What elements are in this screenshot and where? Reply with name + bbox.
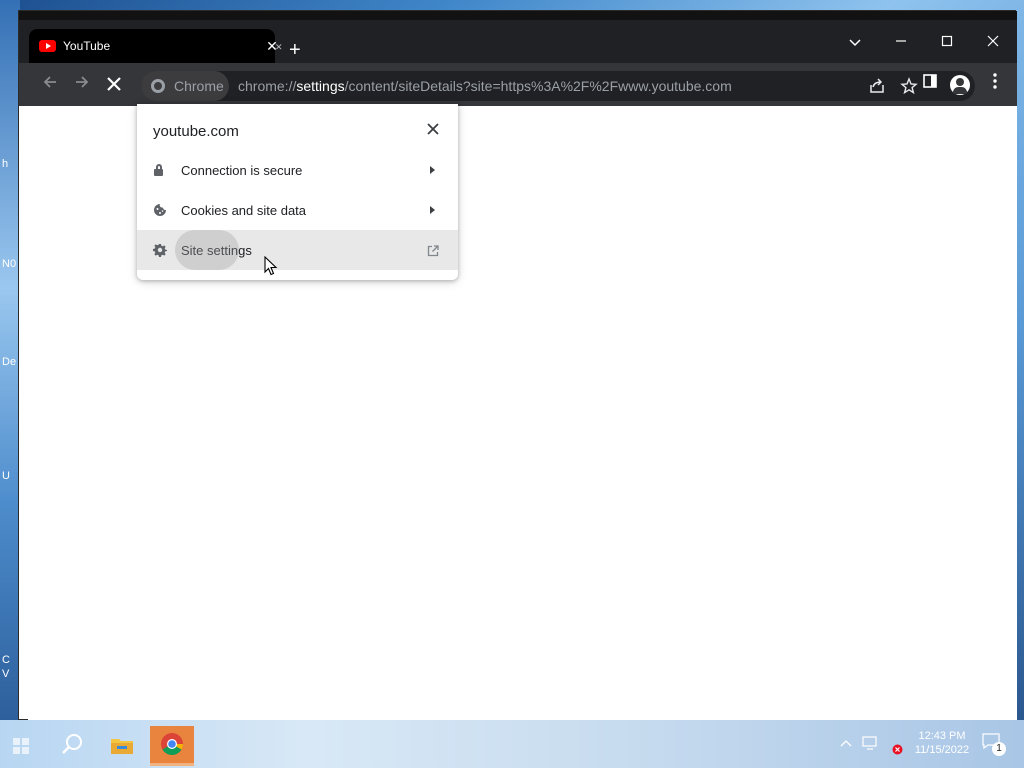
chrome-taskbar-button[interactable] (150, 726, 194, 766)
tab-separator-icon: ✕ (275, 42, 283, 52)
lock-icon (153, 163, 167, 177)
popup-close-button[interactable] (423, 120, 443, 140)
cookies-site-data-item[interactable]: Cookies and site data (137, 190, 458, 230)
arrow-right-icon (430, 206, 435, 214)
desktop-icon-label-fragment: h (2, 158, 9, 170)
gear-icon (153, 243, 167, 257)
clock-date: 11/15/2022 (914, 744, 970, 756)
taskbar-clock[interactable]: 12:43 PM 11/15/2022 (912, 729, 972, 757)
external-link-icon (427, 244, 439, 257)
network-error-icon (892, 744, 903, 758)
start-button[interactable] (4, 728, 38, 762)
tab-strip: YouTube ✕ ✕ + (19, 11, 1017, 63)
item-label: Connection is secure (181, 162, 303, 178)
arrow-right-icon (430, 166, 435, 174)
url-host: settings (296, 78, 345, 94)
browser-toolbar: Chrome chrome://settings/content/siteDet… (19, 63, 1017, 106)
popup-site-name: youtube.com (153, 123, 239, 140)
address-bar[interactable]: Chrome chrome://settings/content/siteDet… (141, 71, 975, 101)
maximize-button[interactable] (934, 34, 960, 50)
click-ripple (175, 230, 239, 270)
chip-label: Chrome (174, 78, 224, 94)
share-icon[interactable] (867, 77, 887, 97)
file-explorer-icon[interactable] (105, 728, 139, 762)
forward-button[interactable] (70, 73, 94, 97)
url-path: /content/siteDetails?site=https%3A%2F%2F… (344, 78, 732, 94)
tab-search-chevron-icon[interactable] (842, 34, 868, 50)
site-info-chip[interactable]: Chrome (141, 71, 229, 101)
menu-kebab-icon[interactable] (983, 73, 1007, 97)
item-label: Cookies and site data (181, 202, 307, 218)
notification-count-badge: 1 (992, 742, 1006, 756)
new-tab-button[interactable]: + (289, 40, 301, 60)
url-text[interactable]: chrome://settings/content/siteDetails?si… (238, 78, 732, 94)
connection-secure-item[interactable]: Connection is secure (137, 150, 458, 190)
url-scheme: chrome:// (238, 78, 297, 94)
desktop-icon-label-fragment: V (2, 668, 10, 680)
tab-title: YouTube (63, 39, 111, 53)
minimize-button[interactable] (888, 34, 914, 50)
desktop-icon-label-fragment: De (2, 356, 17, 368)
chrome-icon (151, 79, 165, 93)
clock-time: 12:43 PM (918, 730, 966, 742)
search-icon[interactable] (55, 728, 89, 762)
back-button[interactable] (38, 73, 62, 97)
profile-avatar-icon[interactable] (950, 75, 970, 95)
desktop-icon-label-fragment: U (2, 470, 10, 482)
desktop-icon-label-fragment: N0 (2, 258, 17, 270)
mouse-cursor-icon (264, 256, 278, 276)
side-panel-icon[interactable] (918, 73, 942, 97)
stop-loading-button[interactable] (102, 73, 126, 97)
cookie-icon (153, 203, 167, 217)
bookmark-star-icon[interactable] (899, 77, 919, 97)
tab-youtube[interactable]: YouTube ✕ (29, 29, 278, 63)
taskbar: 12:43 PM 11/15/2022 1 (0, 720, 1024, 768)
network-icon[interactable] (862, 736, 880, 753)
tray-chevron-up-icon[interactable] (840, 736, 852, 750)
close-window-button[interactable] (980, 34, 1006, 50)
youtube-favicon-icon (39, 40, 56, 52)
desktop-icon-label-fragment: C (2, 654, 10, 666)
